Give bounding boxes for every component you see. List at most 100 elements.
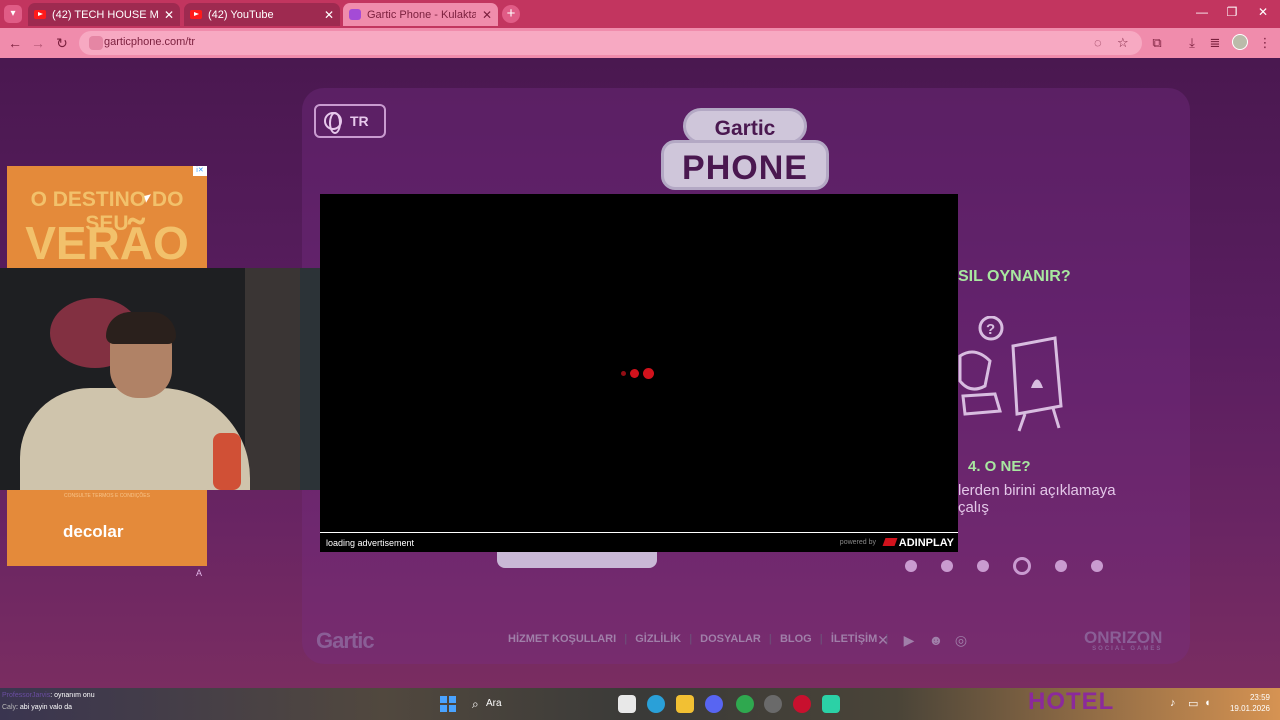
- carousel-dot[interactable]: [977, 560, 989, 572]
- ad-marker: A: [196, 568, 203, 578]
- close-window-button[interactable]: ✕: [1251, 5, 1275, 19]
- tab-youtube[interactable]: (42) YouTube ✕: [184, 3, 340, 26]
- app-icon[interactable]: [822, 695, 840, 713]
- taskbar-search[interactable]: Ara: [466, 693, 576, 715]
- tab-title: (42) YouTube: [208, 8, 274, 21]
- ad-choices-icon[interactable]: i✕: [193, 166, 207, 176]
- volume-tray-icon[interactable]: ◖: [1204, 697, 1211, 709]
- bookmark-star-icon[interactable]: ☆: [1117, 35, 1129, 51]
- language-button[interactable]: TR: [314, 104, 386, 138]
- youtube-icon[interactable]: ▶: [901, 632, 917, 648]
- address-bar[interactable]: garticphone.com/tr ◌ ☆: [79, 31, 1142, 55]
- taskbar-clock[interactable]: 23:59 19.01.2026: [1216, 692, 1270, 714]
- tab-gartic-phone[interactable]: Gartic Phone - Kulaktan Kulağa ✕: [343, 3, 498, 26]
- ad-loading-text: loading advertisement: [326, 538, 415, 548]
- url-text: garticphone.com/tr: [104, 36, 196, 48]
- footer-link-blog[interactable]: BLOG: [780, 633, 812, 645]
- billboard-text: HOTEL: [1028, 688, 1115, 715]
- download-icon[interactable]: ⤓: [1183, 34, 1201, 52]
- file-icon[interactable]: [618, 695, 636, 713]
- partner-name: ONRIZON: [1084, 628, 1163, 647]
- onrizon-logo[interactable]: ONRIZON SOCIAL GAMES: [1084, 628, 1162, 652]
- step-description-line: lerden birini açıklamaya: [958, 482, 1116, 499]
- loading-dot: [630, 369, 639, 378]
- discord-icon[interactable]: [705, 695, 723, 713]
- carousel-dot[interactable]: [1055, 560, 1067, 572]
- start-button[interactable]: [497, 552, 657, 568]
- chat-user: Caly: [2, 704, 17, 711]
- profile-avatar[interactable]: [1232, 34, 1248, 50]
- carousel-dot[interactable]: [1091, 560, 1103, 572]
- chat-text: : abi yayin valo da: [16, 704, 73, 711]
- tab-title: (42) TECH HOUSE MIX 2025 (F: [52, 8, 158, 21]
- tab-tech-house-mix[interactable]: (42) TECH HOUSE MIX 2025 (F ✕: [28, 3, 180, 26]
- footer-separator: |: [624, 633, 628, 645]
- ad-status-bar: loading advertisement powered by ADINPLA…: [320, 532, 958, 552]
- stream-chat: ProfessorJarvis: oynanım onu Caly: abi y…: [2, 690, 95, 714]
- close-tab-icon[interactable]: ✕: [164, 8, 174, 22]
- discord-icon[interactable]: ☻: [928, 632, 944, 648]
- webcam-person: [20, 308, 250, 490]
- video-advertisement[interactable]: loading advertisement powered by ADINPLA…: [320, 194, 958, 552]
- network-tray-icon[interactable]: ▭: [1188, 697, 1198, 710]
- media-icon[interactable]: ≣: [1206, 34, 1224, 52]
- step-description-line: çalış: [958, 499, 989, 516]
- screen: ▾ (42) TECH HOUSE MIX 2025 (F ✕ (42) You…: [0, 0, 1280, 720]
- partner-subtitle: SOCIAL GAMES: [1092, 646, 1163, 652]
- folder-icon[interactable]: [676, 695, 694, 713]
- x-icon[interactable]: ✕: [875, 632, 891, 648]
- forward-icon[interactable]: →: [29, 34, 47, 52]
- logo-top: Gartic: [683, 108, 807, 144]
- carousel-dot[interactable]: [905, 560, 917, 572]
- footer-gartic-logo[interactable]: Gartic: [316, 628, 375, 654]
- how-to-play-title: SIL OYNANIR?: [958, 268, 1071, 285]
- youtube-icon: [190, 10, 202, 19]
- footer-link-contact[interactable]: İLETİŞİM: [831, 633, 877, 645]
- edge-icon[interactable]: [647, 695, 665, 713]
- loading-dot: [643, 368, 654, 379]
- loading-dot: [621, 371, 626, 376]
- eye-off-icon[interactable]: ◌: [1094, 35, 1102, 50]
- reload-icon[interactable]: ↻: [53, 34, 71, 52]
- adinplay-logo: ADINPLAY: [884, 537, 954, 549]
- obs-icon[interactable]: [793, 695, 811, 713]
- carousel-dot[interactable]: [941, 560, 953, 572]
- tab-bar: ▾ (42) TECH HOUSE MIX 2025 (F ✕ (42) You…: [0, 0, 1280, 28]
- youtube-icon: [34, 10, 46, 19]
- chrome-icon[interactable]: [736, 695, 754, 713]
- logo-bottom: PHONE: [661, 140, 829, 190]
- tab-search-button[interactable]: ▾: [4, 5, 22, 23]
- site-info-icon[interactable]: [89, 36, 103, 50]
- instagram-icon[interactable]: ◎: [953, 632, 969, 648]
- gartic-icon: [349, 9, 361, 20]
- webcam-hair: [106, 312, 176, 344]
- chat-text: : oynanım onu: [50, 692, 95, 699]
- globe-icon: [324, 112, 342, 134]
- taskbar: ProfessorJarvis: oynanım onu Caly: abi y…: [0, 688, 1280, 720]
- footer-link-terms[interactable]: HİZMET KOŞULLARI: [508, 633, 616, 645]
- extensions-icon[interactable]: ⧉: [1148, 34, 1166, 52]
- webcam-mic: [213, 433, 241, 490]
- footer-separator: |: [768, 633, 772, 645]
- browser-toolbar: ← → ↻ garticphone.com/tr ◌ ☆ ⧉ ⤓ ≣ ⋮: [0, 28, 1280, 58]
- footer-link-files[interactable]: DOSYALAR: [700, 633, 761, 645]
- minimize-button[interactable]: —: [1190, 5, 1214, 19]
- new-tab-button[interactable]: +: [502, 5, 520, 23]
- ad-headline-large: VERÃO: [25, 217, 189, 269]
- steam-icon[interactable]: [764, 695, 782, 713]
- powered-by-text: powered by: [839, 539, 876, 546]
- ad-brand: decolar: [63, 522, 124, 541]
- back-icon[interactable]: ←: [6, 34, 24, 52]
- mic-tray-icon[interactable]: ♪: [1170, 697, 1176, 709]
- footer-links: HİZMET KOŞULLARI | GİZLİLİK | DOSYALAR |…: [508, 633, 888, 645]
- close-tab-icon[interactable]: ✕: [324, 8, 334, 22]
- carousel-dot-active[interactable]: [1013, 557, 1031, 575]
- chat-message: Caly: abi yayin valo da: [2, 702, 95, 714]
- close-tab-icon[interactable]: ✕: [482, 8, 492, 22]
- chat-user: ProfessorJarvis: [2, 692, 51, 699]
- webcam-brick-wall: [245, 268, 305, 490]
- footer-link-privacy[interactable]: GİZLİLİK: [635, 633, 681, 645]
- windows-start-icon[interactable]: [440, 696, 456, 712]
- restore-button[interactable]: ❐: [1220, 5, 1244, 19]
- menu-icon[interactable]: ⋮: [1256, 34, 1274, 52]
